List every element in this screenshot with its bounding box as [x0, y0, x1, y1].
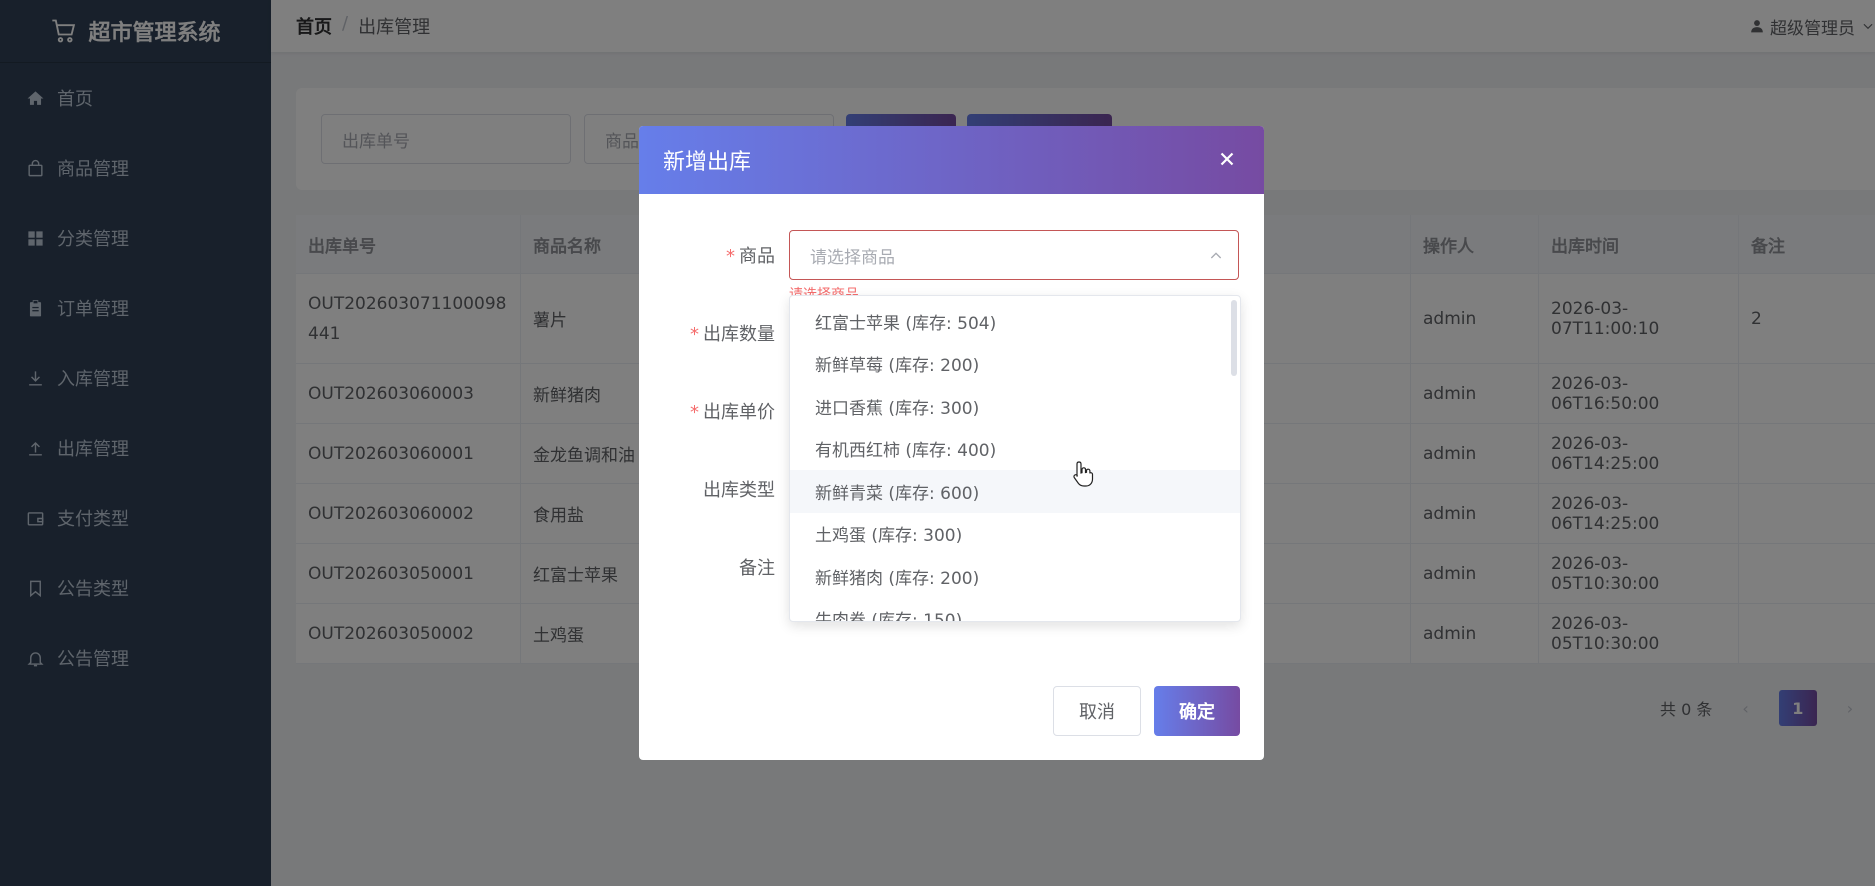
confirm-button[interactable]: 确定	[1154, 686, 1240, 736]
product-dropdown: 红富士苹果 (库存: 504) 新鲜草莓 (库存: 200) 进口香蕉 (库存:…	[789, 295, 1241, 622]
form-label: 出库类型	[703, 480, 775, 501]
form-row-product: * 商品	[639, 230, 790, 280]
dropdown-scrollbar[interactable]	[1231, 300, 1237, 376]
hand-cursor-icon	[1073, 461, 1094, 487]
form-row-quantity: * 出库数量	[639, 308, 790, 358]
form-label: * 出库单价	[690, 402, 775, 423]
form-label: 备注	[739, 558, 775, 579]
product-select[interactable]: 请选择商品	[789, 230, 1239, 280]
dropdown-option[interactable]: 土鸡蛋 (库存: 300)	[790, 513, 1240, 556]
dropdown-option[interactable]: 红富士苹果 (库存: 504)	[790, 300, 1240, 343]
form-row-type: 出库类型	[639, 464, 790, 514]
dropdown-option-hovered[interactable]: 新鲜青菜 (库存: 600)	[790, 470, 1240, 513]
form-row-remark: 备注	[639, 542, 790, 592]
dropdown-option[interactable]: 进口香蕉 (库存: 300)	[790, 385, 1240, 428]
product-select-placeholder: 请选择商品	[810, 247, 895, 268]
dropdown-option[interactable]: 新鲜猪肉 (库存: 200)	[790, 555, 1240, 598]
chevron-up-icon	[1210, 252, 1222, 259]
close-icon[interactable]	[1216, 148, 1238, 170]
form-label: * 商品	[726, 246, 775, 267]
dropdown-option[interactable]: 新鲜草莓 (库存: 200)	[790, 343, 1240, 386]
cancel-button[interactable]: 取消	[1053, 686, 1141, 736]
form-label: * 出库数量	[690, 324, 775, 345]
dropdown-option[interactable]: 牛肉卷 (库存: 150)	[790, 598, 1240, 621]
dropdown-option[interactable]: 有机西红柿 (库存: 400)	[790, 428, 1240, 471]
dialog-header: 新增出库	[639, 126, 1264, 194]
dialog-title: 新增出库	[663, 150, 752, 175]
form-row-price: * 出库单价	[639, 386, 790, 436]
